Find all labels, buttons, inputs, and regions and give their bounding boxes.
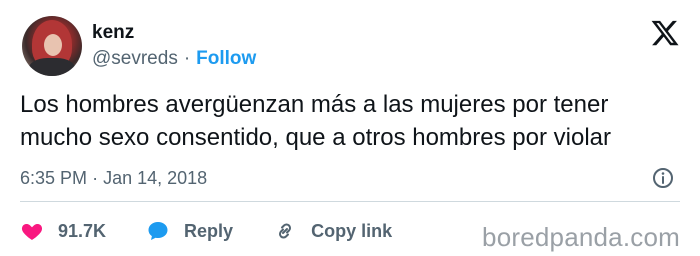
like-count: 91.7K: [58, 220, 107, 241]
author-name[interactable]: kenz: [92, 22, 134, 44]
copy-link-button[interactable]: Copy link: [273, 219, 392, 243]
tweet-time: 6:35 PM: [20, 168, 88, 188]
handle-separator: ·: [183, 48, 191, 69]
avatar[interactable]: [22, 16, 82, 76]
x-logo-icon[interactable]: [650, 18, 680, 48]
tweet-date: Jan 14, 2018: [103, 168, 208, 188]
heart-icon: [21, 224, 43, 240]
tweet-text: Los hombres avergüenzan más a las mujere…: [20, 88, 685, 154]
like-button[interactable]: 91.7K: [20, 219, 106, 243]
divider: [20, 201, 680, 202]
action-bar: 91.7K Reply Copy link: [20, 219, 432, 243]
author-handle-row: @sevreds · Follow: [92, 48, 256, 70]
tweet-text-line-1: Los hombres avergüenzan más a las mujere…: [20, 91, 609, 118]
follow-button[interactable]: Follow: [196, 48, 256, 70]
link-icon: [279, 223, 292, 239]
timestamp-separator: ·: [92, 168, 99, 188]
watermark: boredpanda.com: [482, 222, 680, 252]
reply-bubble-icon: [148, 222, 168, 240]
copy-link-label: Copy link: [311, 220, 393, 241]
tweet-card: kenz @sevreds · Follow Los hombres averg…: [0, 0, 700, 256]
info-icon[interactable]: [651, 166, 675, 190]
reply-label: Reply: [184, 220, 234, 241]
author-handle[interactable]: @sevreds: [92, 48, 178, 70]
avatar-body: [28, 58, 76, 76]
tweet-timestamp[interactable]: 6:35 PM · Jan 14, 2018: [20, 168, 207, 189]
avatar-face: [44, 34, 62, 56]
reply-button[interactable]: Reply: [146, 219, 233, 243]
tweet-text-line-2: mucho sexo consentido, que a otros hombr…: [20, 124, 611, 151]
